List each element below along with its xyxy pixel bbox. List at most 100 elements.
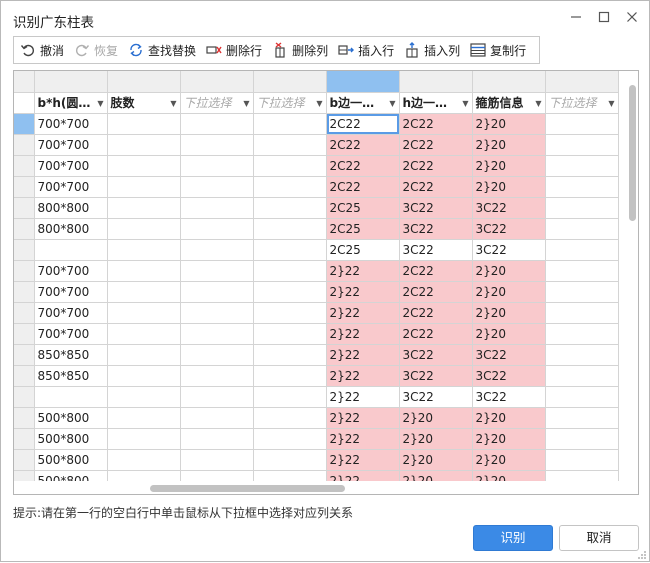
row-header[interactable]	[14, 281, 35, 303]
table-cell[interactable]: 700*700	[34, 176, 108, 198]
table-cell[interactable]: 2}22	[326, 344, 400, 366]
table-cell[interactable]: 3C22	[472, 218, 546, 240]
table-cell[interactable]	[545, 323, 619, 345]
table-cell[interactable]: 3C22	[472, 239, 546, 261]
table-cell[interactable]	[107, 176, 181, 198]
column-selector[interactable]	[180, 71, 254, 93]
table-cell[interactable]: 2}22	[326, 260, 400, 282]
undo-button[interactable]: 撤消	[20, 38, 64, 62]
table-cell[interactable]: 3C22	[472, 386, 546, 408]
column-selector[interactable]	[472, 71, 546, 93]
table-cell[interactable]	[545, 239, 619, 261]
table-cell[interactable]	[107, 323, 181, 345]
table-cell[interactable]	[107, 260, 181, 282]
insert-col-button[interactable]: 插入列	[404, 38, 460, 62]
row-header[interactable]	[14, 134, 35, 156]
table-cell[interactable]: 3C22	[472, 197, 546, 219]
table-cell[interactable]: 2C22	[326, 176, 400, 198]
table-cell[interactable]	[107, 218, 181, 240]
table-cell[interactable]	[107, 113, 181, 135]
table-cell[interactable]	[253, 365, 327, 387]
table-cell[interactable]: 2}22	[326, 386, 400, 408]
column-dropdown[interactable]: 下拉选择 ▼	[180, 92, 254, 114]
table-cell[interactable]: 700*700	[34, 155, 108, 177]
table-cell[interactable]: 2C22	[399, 260, 473, 282]
table-cell[interactable]	[545, 260, 619, 282]
table-cell[interactable]: 2C22	[399, 155, 473, 177]
table-cell[interactable]	[180, 155, 254, 177]
table-cell[interactable]	[34, 386, 108, 408]
table-cell[interactable]	[180, 134, 254, 156]
table-cell[interactable]	[107, 407, 181, 429]
table-cell[interactable]: 700*700	[34, 113, 108, 135]
column-selector[interactable]	[34, 71, 108, 93]
table-cell[interactable]: 2C22	[399, 302, 473, 324]
table-cell[interactable]	[545, 155, 619, 177]
column-dropdown[interactable]: 下拉选择 ▼	[545, 92, 619, 114]
column-dropdown[interactable]: h边一… ▼	[399, 92, 473, 114]
table-cell[interactable]: 2}20	[472, 176, 546, 198]
table-cell[interactable]: 3C22	[399, 197, 473, 219]
table-cell[interactable]	[545, 176, 619, 198]
table-cell[interactable]: 2}20	[472, 113, 546, 135]
table-cell[interactable]: 2}20	[472, 155, 546, 177]
table-cell[interactable]: 700*700	[34, 302, 108, 324]
copy-row-button[interactable]: 复制行	[470, 38, 526, 62]
table-cell[interactable]: 850*850	[34, 365, 108, 387]
table-cell[interactable]	[180, 281, 254, 303]
horizontal-scrollbar[interactable]	[14, 481, 626, 494]
column-selector[interactable]	[107, 71, 181, 93]
table-cell[interactable]: 2}22	[326, 323, 400, 345]
table-cell[interactable]	[545, 344, 619, 366]
table-cell[interactable]: 2}22	[326, 281, 400, 303]
table-cell[interactable]	[545, 365, 619, 387]
table-cell[interactable]	[545, 449, 619, 471]
table-cell[interactable]: 800*800	[34, 197, 108, 219]
table-cell[interactable]: 2C22	[326, 155, 400, 177]
row-header[interactable]	[14, 155, 35, 177]
cancel-button[interactable]: 取消	[559, 525, 639, 551]
row-header[interactable]	[14, 239, 35, 261]
table-cell[interactable]: 2}22	[326, 365, 400, 387]
table-cell[interactable]: 2C25	[326, 239, 400, 261]
table-cell[interactable]: 700*700	[34, 323, 108, 345]
table-cell[interactable]	[253, 197, 327, 219]
table-cell[interactable]	[545, 407, 619, 429]
row-header[interactable]	[14, 218, 35, 240]
table-cell[interactable]	[253, 449, 327, 471]
table-cell[interactable]	[545, 302, 619, 324]
table-cell[interactable]: 3C22	[399, 386, 473, 408]
column-selector[interactable]	[399, 71, 473, 93]
table-cell[interactable]	[107, 428, 181, 450]
table-cell[interactable]	[180, 302, 254, 324]
table-cell[interactable]: 2}20	[472, 134, 546, 156]
close-icon[interactable]	[621, 9, 643, 29]
table-cell[interactable]: 3C22	[399, 239, 473, 261]
table-cell[interactable]: 800*800	[34, 218, 108, 240]
table-cell[interactable]: 2}20	[472, 281, 546, 303]
vertical-scrollbar[interactable]	[626, 71, 638, 494]
table-cell[interactable]	[253, 407, 327, 429]
table-cell[interactable]: 2}22	[326, 407, 400, 429]
table-cell[interactable]: 2}20	[472, 260, 546, 282]
table-cell[interactable]: 2C22	[399, 113, 473, 135]
row-header[interactable]	[14, 428, 35, 450]
horizontal-scroll-thumb[interactable]	[150, 485, 345, 492]
table-cell[interactable]	[253, 428, 327, 450]
row-header[interactable]	[14, 323, 35, 345]
minimize-icon[interactable]	[565, 9, 587, 29]
table-cell[interactable]	[253, 281, 327, 303]
row-header[interactable]	[14, 344, 35, 366]
row-header[interactable]	[14, 386, 35, 408]
insert-row-button[interactable]: 插入行	[338, 38, 394, 62]
table-cell[interactable]	[253, 323, 327, 345]
table-cell[interactable]	[545, 197, 619, 219]
table-cell[interactable]: 2C22	[399, 134, 473, 156]
table-cell[interactable]: 3C22	[472, 344, 546, 366]
table-cell[interactable]: 500*800	[34, 407, 108, 429]
table-cell[interactable]	[253, 134, 327, 156]
redo-button[interactable]: 恢复	[74, 38, 118, 62]
table-cell[interactable]	[107, 281, 181, 303]
table-cell[interactable]: 2}20	[472, 407, 546, 429]
table-cell[interactable]: 700*700	[34, 281, 108, 303]
